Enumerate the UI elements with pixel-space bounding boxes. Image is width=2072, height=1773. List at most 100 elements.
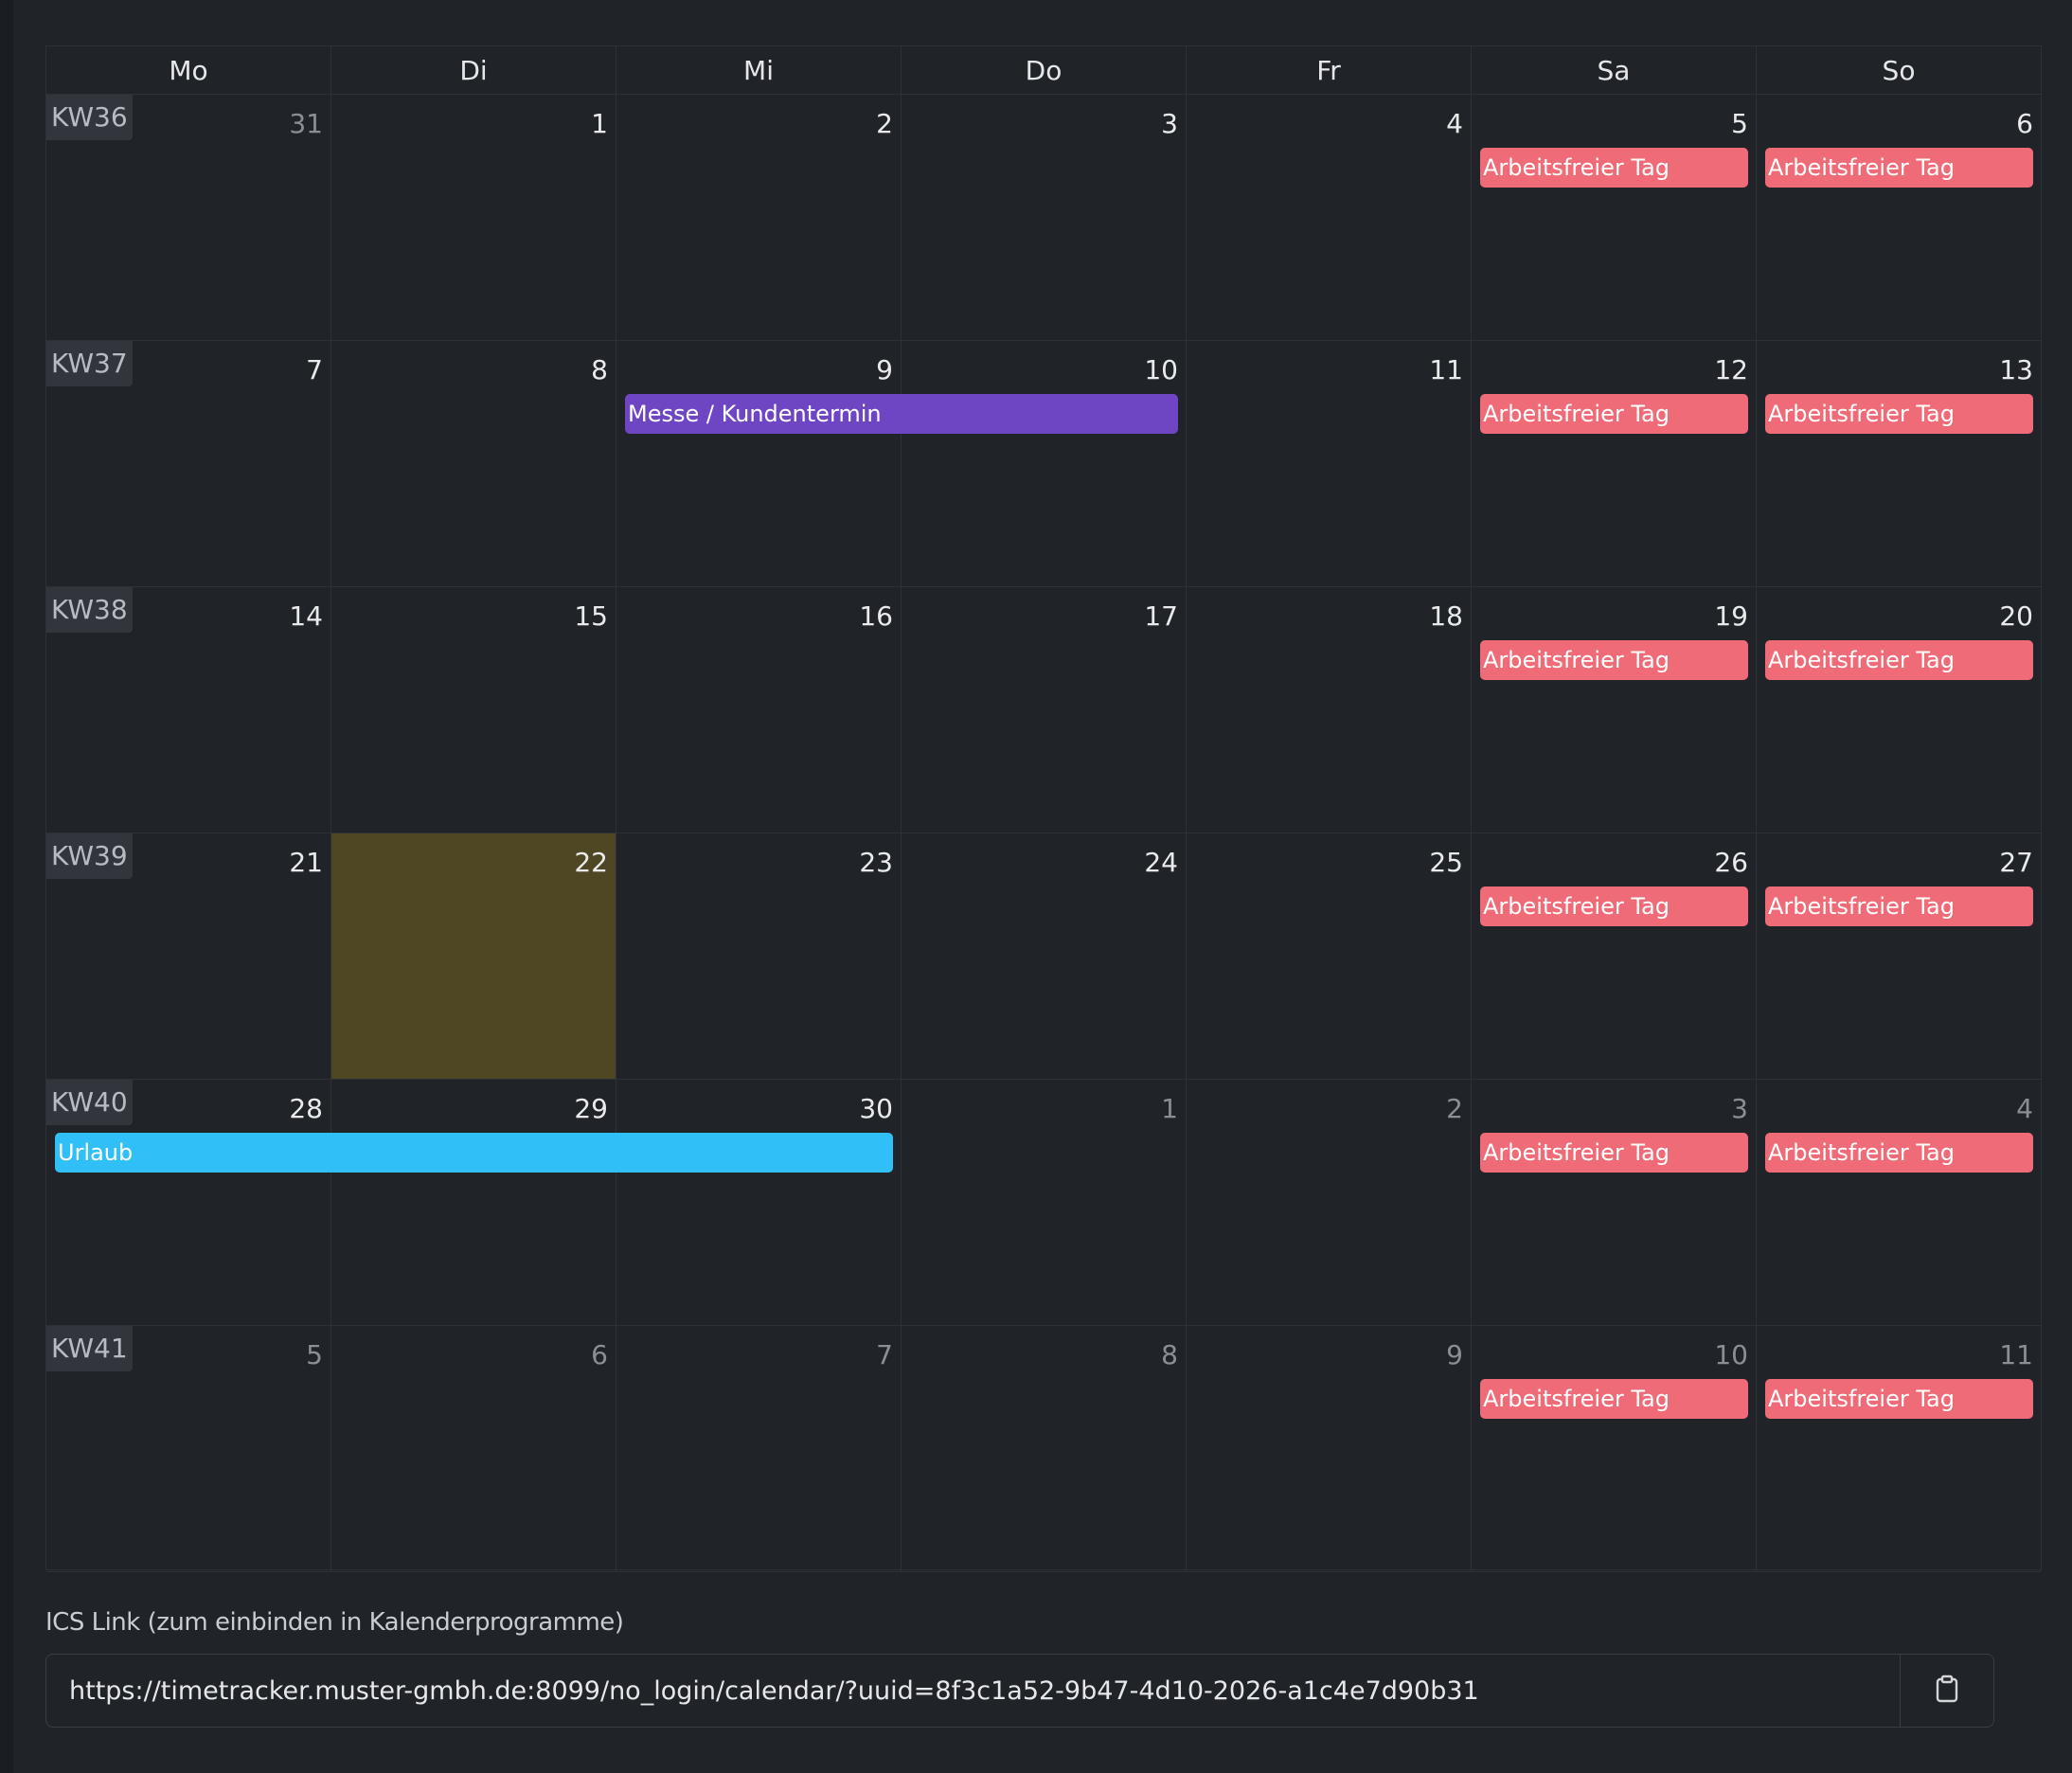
day-cell[interactable]: 25 — [1187, 833, 1472, 1079]
day-number: 17 — [1144, 600, 1178, 632]
clipboard-icon — [1935, 1674, 1959, 1707]
day-number: 7 — [306, 354, 323, 385]
day-number: 18 — [1429, 600, 1463, 632]
day-number: 26 — [1714, 847, 1748, 878]
weekday-header: Sa — [1472, 46, 1757, 94]
day-number: 1 — [1161, 1093, 1178, 1124]
day-cell[interactable]: 9 — [1187, 1326, 1472, 1571]
day-cell[interactable]: 17 — [902, 587, 1187, 833]
holiday-event[interactable]: Arbeitsfreier Tag — [1765, 394, 2033, 434]
holiday-event[interactable]: Arbeitsfreier Tag — [1480, 1379, 1748, 1419]
calendar-week-label: KW40 — [46, 1080, 133, 1125]
day-cell[interactable]: 11 Arbeitsfreier Tag — [1757, 1326, 2042, 1571]
week-row: 28 29 30 1 2 3 Arbeitsfreier Tag 4 Arbeitsfreier… — [46, 1080, 2042, 1326]
day-number: 16 — [859, 600, 893, 632]
weekday-header: So — [1757, 46, 2042, 94]
day-number: 9 — [876, 354, 893, 385]
day-number: 27 — [1999, 847, 2033, 878]
day-number: 5 — [1731, 108, 1748, 139]
day-cell[interactable]: 1 — [331, 95, 616, 340]
day-cell[interactable]: 8 — [902, 1326, 1187, 1571]
ics-link-input[interactable] — [46, 1655, 1901, 1727]
day-cell[interactable]: 3 — [902, 95, 1187, 340]
holiday-event[interactable]: Arbeitsfreier Tag — [1765, 148, 2033, 188]
day-cell[interactable]: 1 — [902, 1080, 1187, 1325]
day-cell[interactable]: 6 Arbeitsfreier Tag — [1757, 95, 2042, 340]
vacation-event[interactable]: Urlaub — [55, 1133, 893, 1173]
day-number: 13 — [1999, 354, 2033, 385]
day-number: 11 — [1429, 354, 1463, 385]
week-row: 5 6 7 8 9 10 Arbeitsfreier Tag 11 Arbeitsfreier … — [46, 1326, 2042, 1572]
day-number: 20 — [1999, 600, 2033, 632]
holiday-event[interactable]: Arbeitsfreier Tag — [1480, 148, 1748, 188]
day-cell[interactable]: 24 — [902, 833, 1187, 1079]
left-edge — [0, 0, 13, 1773]
day-number: 3 — [1731, 1093, 1748, 1124]
day-cell[interactable]: 29 — [331, 1080, 616, 1325]
day-number: 3 — [1161, 108, 1178, 139]
day-number: 29 — [574, 1093, 608, 1124]
ics-link-label: ICS Link (zum einbinden in Kalenderprogr… — [45, 1608, 624, 1637]
day-number: 7 — [876, 1339, 893, 1370]
day-number: 6 — [591, 1339, 608, 1370]
day-cell[interactable]: 16 — [616, 587, 902, 833]
holiday-event[interactable]: Arbeitsfreier Tag — [1480, 640, 1748, 680]
day-cell[interactable]: 10 Arbeitsfreier Tag — [1472, 1326, 1757, 1571]
week-row: 21 22 23 24 25 26 Arbeitsfreier Tag 27 Arbeitsfr… — [46, 833, 2042, 1080]
holiday-event[interactable]: Arbeitsfreier Tag — [1480, 394, 1748, 434]
day-cell[interactable]: 18 — [1187, 587, 1472, 833]
day-cell[interactable]: 27 Arbeitsfreier Tag — [1757, 833, 2042, 1079]
day-cell[interactable]: 8 — [331, 341, 616, 586]
weekday-header: Do — [902, 46, 1187, 94]
day-cell[interactable]: 13 Arbeitsfreier Tag — [1757, 341, 2042, 586]
day-cell[interactable]: 11 — [1187, 341, 1472, 586]
calendar-week-label: KW37 — [46, 341, 133, 386]
day-cell[interactable]: 2 — [1187, 1080, 1472, 1325]
holiday-event[interactable]: Arbeitsfreier Tag — [1765, 886, 2033, 926]
day-number: 10 — [1714, 1339, 1748, 1370]
day-cell[interactable]: 9 — [616, 341, 902, 586]
holiday-event[interactable]: Arbeitsfreier Tag — [1765, 640, 2033, 680]
day-number: 1 — [591, 108, 608, 139]
ics-link-field — [45, 1654, 1994, 1728]
day-number: 31 — [289, 108, 323, 139]
day-cell[interactable]: 23 — [616, 833, 902, 1079]
day-number: 11 — [1999, 1339, 2033, 1370]
weekday-header: Mo — [46, 46, 331, 94]
day-cell[interactable]: 4 Arbeitsfreier Tag — [1757, 1080, 2042, 1325]
day-number: 8 — [1161, 1339, 1178, 1370]
day-cell[interactable]: 26 Arbeitsfreier Tag — [1472, 833, 1757, 1079]
day-cell[interactable]: 15 — [331, 587, 616, 833]
holiday-event[interactable]: Arbeitsfreier Tag — [1765, 1133, 2033, 1173]
day-cell-today[interactable]: 22 — [331, 833, 616, 1079]
appointment-event[interactable]: Messe / Kundentermin — [625, 394, 1178, 434]
day-cell[interactable]: 5 Arbeitsfreier Tag — [1472, 95, 1757, 340]
day-number: 9 — [1446, 1339, 1463, 1370]
holiday-event[interactable]: Arbeitsfreier Tag — [1765, 1379, 2033, 1419]
day-cell[interactable]: 10 — [902, 341, 1187, 586]
day-cell[interactable]: 7 — [616, 1326, 902, 1571]
day-number: 30 — [859, 1093, 893, 1124]
day-number: 8 — [591, 354, 608, 385]
weekday-header: Di — [331, 46, 616, 94]
day-cell[interactable]: 3 Arbeitsfreier Tag — [1472, 1080, 1757, 1325]
calendar-week-label: KW38 — [46, 587, 133, 633]
day-cell[interactable]: 12 Arbeitsfreier Tag — [1472, 341, 1757, 586]
calendar-month-grid: Mo Di Mi Do Fr Sa So 31 1 2 3 4 5 Arbeitsfreier Tag 6… — [45, 45, 2042, 1572]
day-number: 19 — [1714, 600, 1748, 632]
day-cell[interactable]: 19 Arbeitsfreier Tag — [1472, 587, 1757, 833]
day-number: 15 — [574, 600, 608, 632]
day-number: 21 — [289, 847, 323, 878]
day-cell[interactable]: 6 — [331, 1326, 616, 1571]
day-cell[interactable]: 4 — [1187, 95, 1472, 340]
holiday-event[interactable]: Arbeitsfreier Tag — [1480, 1133, 1748, 1173]
day-cell[interactable]: 20 Arbeitsfreier Tag — [1757, 587, 2042, 833]
week-row: 31 1 2 3 4 5 Arbeitsfreier Tag 6 Arbeitsfreier T… — [46, 95, 2042, 341]
day-cell[interactable]: 30 — [616, 1080, 902, 1325]
day-number: 4 — [2016, 1093, 2033, 1124]
day-number: 14 — [289, 600, 323, 632]
copy-button[interactable] — [1901, 1655, 1993, 1727]
weekday-header-row: Mo Di Mi Do Fr Sa So — [46, 46, 2042, 95]
holiday-event[interactable]: Arbeitsfreier Tag — [1480, 886, 1748, 926]
day-cell[interactable]: 2 — [616, 95, 902, 340]
